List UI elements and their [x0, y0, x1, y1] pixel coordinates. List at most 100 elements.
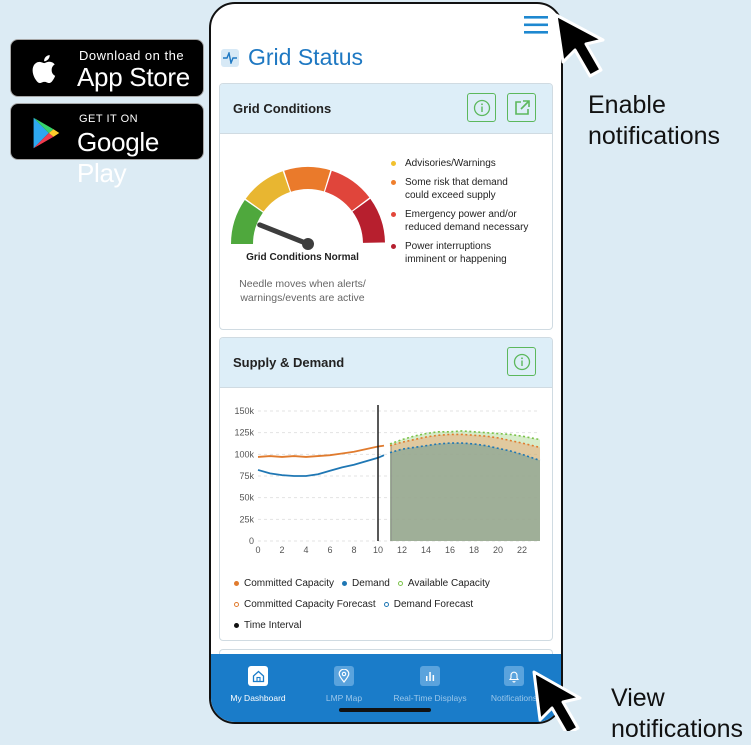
tab-label: Real-Time Displays — [393, 693, 467, 703]
legend-item-available-capacity: Available Capacity — [397, 578, 490, 589]
phone-frame: Grid Status Grid Conditions Grid Conditi… — [209, 2, 563, 724]
x-tick-label: 2 — [279, 545, 284, 555]
legend-marker — [234, 602, 239, 607]
enable-notifications-annotation: Enable notifications — [588, 90, 720, 152]
legend-row: Time Interval — [234, 615, 498, 636]
map-pin-icon — [334, 666, 354, 686]
legend-text: Emergency power and/or — [405, 209, 517, 220]
series-line-committed-capacity — [257, 444, 385, 458]
card-title: Grid Conditions — [233, 101, 332, 116]
annotation-line: notifications — [611, 715, 744, 743]
x-tick-label: 8 — [351, 545, 356, 555]
page-title: Grid Status — [248, 44, 364, 70]
pulse-icon — [221, 48, 239, 67]
x-tick-label: 14 — [421, 545, 431, 555]
legend-text: imminent or happening — [405, 254, 507, 265]
legend-text: Power interruptions — [405, 241, 492, 252]
app-store-big-text: App Store — [77, 62, 190, 92]
page-header: Grid Status — [221, 44, 363, 71]
legend-text: Advisories/Warnings — [405, 158, 496, 169]
note-line: warnings/events are active — [240, 292, 365, 304]
y-tick-label: 125k — [234, 428, 254, 438]
legend-item-committed-capacity: Committed Capacity — [234, 578, 334, 589]
annotation-line: View — [611, 684, 665, 712]
legend-label: Committed Capacity Forecast — [244, 599, 376, 610]
legend-marker — [342, 581, 348, 586]
tab-label: LMP Map — [325, 693, 363, 703]
external-link-button[interactable] — [507, 93, 536, 122]
legend-dot — [391, 244, 396, 249]
series-line-demand — [257, 454, 385, 477]
info-icon — [473, 99, 490, 116]
legend-marker — [383, 602, 389, 607]
info-button[interactable] — [467, 93, 496, 122]
supply-demand-chart: 0 25k 50k 75k 100k 125k 150k 0 2 4 6 8 10 12 14 16 18 20 2… — [234, 405, 541, 555]
card-header: Supply & Demand — [220, 338, 552, 388]
x-tick-label: 22 — [517, 545, 527, 555]
annotation-line: Enable — [588, 91, 666, 119]
home-icon — [248, 666, 268, 686]
tab-real-time-displays[interactable]: Real-Time Displays — [389, 666, 471, 703]
card-title: Supply & Demand — [233, 355, 345, 370]
legend-label: Time Interval — [244, 620, 302, 631]
grid-conditions-card: Grid Conditions Grid Conditions Normal N… — [219, 83, 553, 330]
gauge-note: Needle moves when alerts/ warnings/event… — [220, 277, 385, 305]
legend-dot — [391, 180, 396, 185]
legend-row: Committed Capacity Forecast Demand Forec… — [234, 594, 498, 615]
google-play-big-text: Google Play — [77, 127, 160, 188]
google-play-small-text: GET IT ON — [79, 113, 139, 125]
grid-conditions-gauge — [231, 167, 385, 250]
supply-demand-card: Supply & Demand 0 25k 50k 75k 100k 125k 150k 0 2… — [219, 337, 553, 641]
legend-dot — [391, 161, 396, 166]
legend-marker — [234, 623, 239, 628]
legend-label: Demand — [352, 578, 390, 589]
legend-row: Committed Capacity Demand Available Capa… — [234, 573, 498, 594]
hamburger-menu-icon[interactable] — [521, 12, 551, 38]
legend-text: Some risk that demand — [405, 177, 508, 188]
legend-item: Emergency power and/or reduced demand ne… — [391, 208, 528, 234]
legend-label: Committed Capacity — [244, 578, 335, 589]
x-tick-label: 10 — [373, 545, 383, 555]
legend-item: Power interruptions imminent or happenin… — [391, 240, 528, 266]
x-tick-label: 18 — [469, 545, 479, 555]
x-tick-label: 20 — [493, 545, 503, 555]
x-tick-label: 12 — [397, 545, 407, 555]
info-button[interactable] — [507, 347, 536, 376]
legend-item-demand-forecast: Demand Forecast — [383, 599, 474, 610]
bottom-tab-bar: My Dashboard LMP Map Real-Time Displays … — [211, 654, 561, 722]
bar-chart-icon — [420, 666, 440, 686]
legend-item-demand: Demand — [342, 578, 390, 589]
legend-item-time-interval: Time Interval — [234, 620, 301, 631]
y-tick-label: 150k — [234, 406, 254, 416]
bell-icon — [504, 666, 524, 686]
legend-marker — [397, 581, 403, 586]
x-tick-label: 4 — [303, 545, 308, 555]
grid-status-text: Grid Conditions Normal — [246, 252, 359, 263]
note-line: Needle moves when alerts/ — [239, 278, 366, 290]
tab-lmp-map[interactable]: LMP Map — [303, 666, 385, 703]
card-header: Grid Conditions — [220, 84, 552, 134]
x-tick-label: 6 — [327, 545, 332, 555]
y-tick-label: 25k — [239, 514, 254, 524]
cursor-arrow-icon — [532, 670, 582, 731]
legend-marker — [234, 581, 239, 586]
x-tick-label: 0 — [255, 545, 260, 555]
alert-level-legend: Advisories/Warnings Some risk that deman… — [391, 157, 528, 272]
app-store-badge[interactable]: Download on the App Store — [10, 39, 204, 97]
legend-label: Demand Forecast — [393, 599, 474, 610]
home-indicator — [339, 708, 431, 712]
legend-label: Available Capacity — [407, 578, 490, 589]
apple-logo-icon — [32, 54, 56, 84]
legend-text: reduced demand necessary — [405, 222, 529, 233]
chart-legend: Committed Capacity Demand Available Capa… — [234, 573, 498, 636]
google-play-badge[interactable]: GET IT ON Google Play — [10, 103, 204, 188]
app-store-small-text: Download on the — [79, 48, 185, 63]
y-tick-label: 100k — [234, 449, 254, 459]
y-tick-label: 50k — [239, 493, 254, 503]
cursor-arrow-icon — [554, 13, 605, 78]
y-tick-label: 75k — [239, 471, 254, 481]
tab-my-dashboard[interactable]: My Dashboard — [217, 666, 299, 703]
demand-forecast-area — [390, 443, 540, 541]
external-link-icon — [514, 99, 530, 115]
annotation-line: notifications — [588, 122, 721, 150]
